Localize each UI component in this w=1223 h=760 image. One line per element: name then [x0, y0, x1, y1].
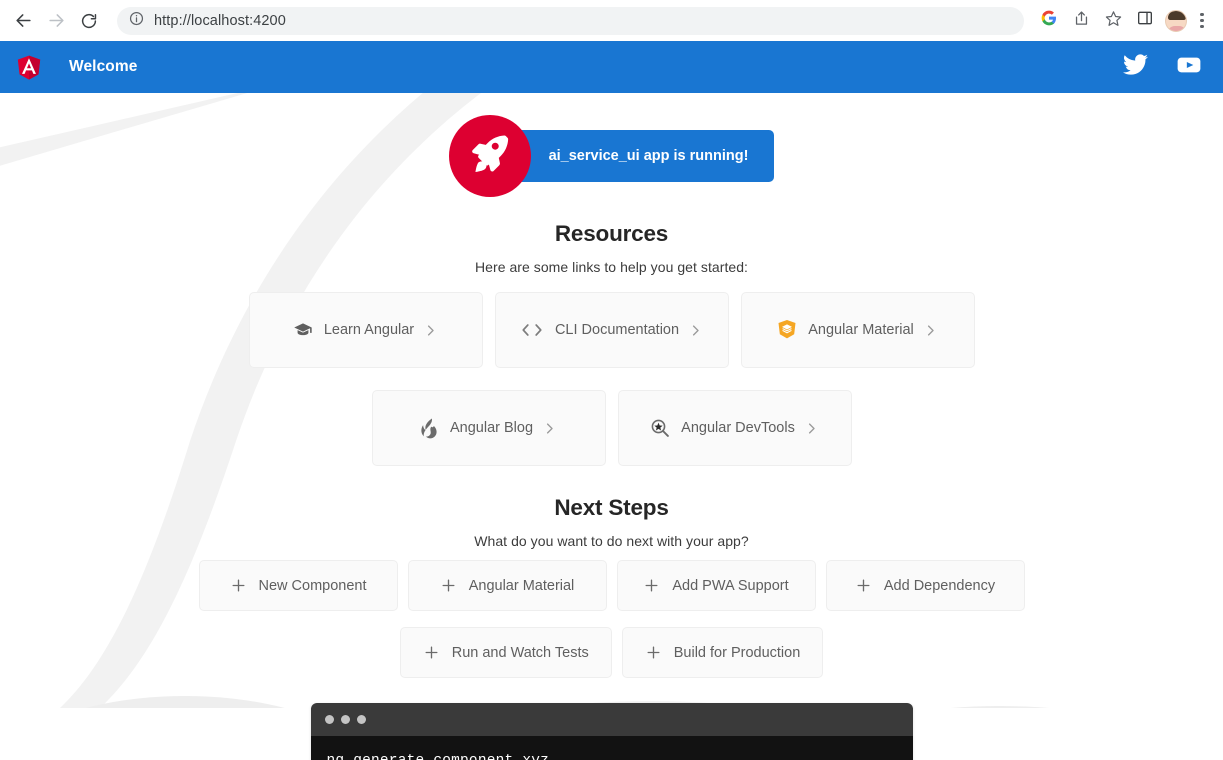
next-steps-row-2: Run and Watch Tests Build for Production — [395, 622, 829, 683]
status-pill-text: ai_service_ui app is running! — [548, 148, 749, 164]
address-bar[interactable]: http://localhost:4200 — [117, 6, 1024, 35]
back-button[interactable] — [8, 6, 38, 36]
next-step-add-pwa-support[interactable]: Add PWA Support — [616, 560, 816, 611]
youtube-icon — [1176, 52, 1202, 83]
site-info-icon[interactable] — [129, 11, 144, 31]
status-pill: ai_service_ui app is running! — [448, 115, 775, 197]
next-step-run-and-watch-tests[interactable]: Run and Watch Tests — [399, 627, 612, 678]
side-panel-button[interactable] — [1131, 7, 1159, 35]
angular-logo-icon — [14, 51, 44, 83]
next-step-new-component[interactable]: New Component — [198, 560, 398, 611]
reload-icon — [80, 12, 98, 30]
resources-row-2: Angular Blog Angular DevTools — [366, 385, 858, 471]
google-lens-button[interactable] — [1035, 7, 1063, 35]
next-steps-row-1: New Component Angular Material Add PWA S… — [194, 555, 1030, 616]
resources-row-1: Learn Angular CLI Documentation Angular … — [243, 287, 981, 373]
resource-card-label: Learn Angular — [323, 322, 415, 338]
resource-card-angular-devtools[interactable]: Angular DevTools — [617, 390, 852, 466]
forward-button[interactable] — [41, 6, 71, 36]
resource-card-cli-documentation[interactable]: CLI Documentation — [494, 292, 729, 368]
twitter-icon — [1122, 52, 1148, 82]
next-step-label: Angular Material — [468, 577, 575, 594]
next-step-label: Add Dependency — [883, 577, 996, 594]
resource-card-learn-angular[interactable]: Learn Angular — [248, 292, 483, 368]
chevron-right-icon — [804, 421, 819, 436]
terminal-dot-maximize[interactable] — [356, 715, 366, 724]
next-steps-title: Next Steps — [554, 495, 669, 520]
resource-card-angular-blog[interactable]: Angular Blog — [371, 390, 606, 466]
terminal-body[interactable]: ng generate component xyz — [310, 736, 913, 760]
youtube-link[interactable] — [1169, 47, 1209, 87]
chevron-right-icon — [688, 323, 703, 338]
plus-icon — [440, 577, 457, 594]
next-step-label: Add PWA Support — [672, 577, 789, 594]
google-lens-icon — [1041, 10, 1057, 31]
share-icon — [1073, 10, 1090, 32]
chevron-right-icon — [423, 323, 438, 338]
bookmark-star-icon — [1105, 10, 1122, 32]
angular-material-shield-icon — [777, 319, 797, 341]
resource-card-label: Angular Material — [808, 322, 914, 338]
next-step-label: Run and Watch Tests — [451, 644, 589, 661]
resources-subtitle: Here are some links to help you get star… — [474, 259, 748, 275]
rocket-icon — [468, 132, 512, 181]
forward-arrow-icon — [47, 11, 66, 30]
plus-icon — [423, 644, 440, 661]
reload-button[interactable] — [74, 6, 104, 36]
plus-icon — [643, 577, 660, 594]
next-steps-subtitle: What do you want to do next with your ap… — [474, 533, 749, 549]
resource-card-label: Angular DevTools — [681, 420, 795, 436]
next-step-label: New Component — [258, 577, 367, 594]
bookmark-button[interactable] — [1099, 7, 1127, 35]
resource-card-label: CLI Documentation — [554, 322, 680, 338]
flame-icon — [420, 418, 439, 439]
status-pill-row: ai_service_ui app is running! — [0, 115, 1223, 197]
resource-card-label: Angular Blog — [449, 420, 534, 436]
app-toolbar: Welcome — [0, 41, 1223, 93]
address-bar-url: http://localhost:4200 — [154, 12, 286, 29]
angular-app: Welcome ai_service_ui app is running! Re… — [0, 41, 1223, 760]
code-brackets-icon — [520, 320, 544, 340]
terminal-command: ng generate component xyz — [327, 753, 550, 760]
side-panel-icon — [1137, 10, 1153, 31]
magnifier-star-icon — [650, 418, 670, 438]
profile-avatar[interactable] — [1165, 9, 1187, 32]
chrome-action-group — [1031, 7, 1215, 35]
app-content: ai_service_ui app is running! Resources … — [0, 93, 1223, 760]
terminal-dot-close[interactable] — [324, 715, 334, 724]
terminal-titlebar — [310, 703, 913, 736]
next-step-angular-material[interactable]: Angular Material — [407, 560, 607, 611]
resources-title: Resources — [554, 221, 669, 246]
chevron-right-icon — [923, 323, 938, 338]
next-step-label: Build for Production — [673, 644, 801, 661]
plus-icon — [230, 577, 247, 594]
back-arrow-icon — [14, 11, 33, 30]
next-step-add-dependency[interactable]: Add Dependency — [825, 560, 1025, 611]
graduation-cap-icon — [293, 320, 313, 340]
twitter-link[interactable] — [1115, 47, 1155, 87]
browser-toolbar: http://localhost:4200 — [0, 0, 1223, 41]
chevron-right-icon — [542, 421, 557, 436]
share-button[interactable] — [1067, 7, 1095, 35]
resource-card-angular-material[interactable]: Angular Material — [740, 292, 975, 368]
next-step-build-for-production[interactable]: Build for Production — [621, 627, 824, 678]
terminal-window: ng generate component xyz — [310, 703, 913, 760]
plus-icon — [645, 644, 662, 661]
chrome-menu-button[interactable] — [1189, 12, 1215, 29]
plus-icon — [855, 577, 872, 594]
rocket-badge — [448, 115, 531, 197]
app-title: Welcome — [69, 58, 138, 75]
chrome-menu-icon — [1200, 12, 1204, 16]
terminal-dot-minimize[interactable] — [340, 715, 350, 724]
